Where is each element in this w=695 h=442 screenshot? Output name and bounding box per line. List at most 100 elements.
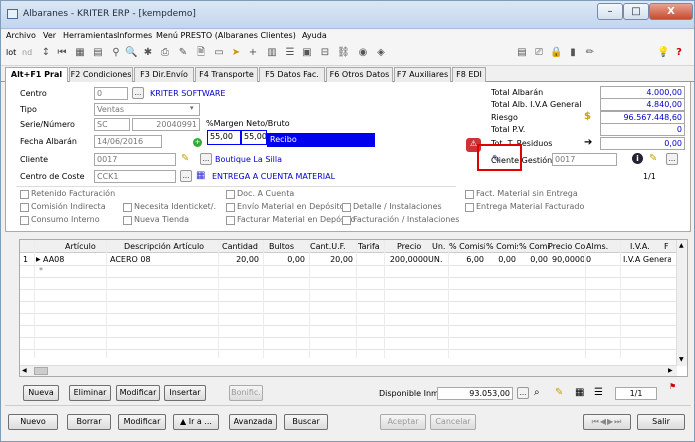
toolbar-lot[interactable]: lot — [6, 48, 16, 57]
centro-lookup-button[interactable]: ... — [132, 87, 144, 99]
header-precio[interactable]: Precio — [397, 240, 421, 253]
gestion-lookup-button[interactable]: ... — [666, 153, 678, 165]
cell-precio[interactable]: 200,0000 — [386, 254, 428, 265]
tag-icon[interactable]: ◈ — [375, 47, 387, 59]
scroll-thumb[interactable] — [34, 367, 48, 375]
aceptar-button[interactable]: Aceptar — [380, 414, 426, 430]
tab-auxiliares[interactable]: F7 Auxiliares — [394, 67, 451, 82]
cell-precio-coste[interactable]: 90,0000 — [552, 254, 584, 265]
light-icon[interactable]: 💡 — [657, 47, 669, 59]
tipo-select[interactable]: Ventas — [94, 103, 200, 116]
checkbox-nueva-tienda[interactable]: Nueva Tienda — [123, 215, 189, 225]
filter-icon[interactable]: ⚲ — [110, 47, 122, 59]
salir-button[interactable]: Salir — [637, 414, 685, 430]
calc-icon[interactable]: ▣ — [301, 47, 313, 59]
checkbox-fact-sin-entrega[interactable]: Fact. Material sin Entrega — [465, 189, 578, 199]
menu-ayuda[interactable]: Ayuda — [302, 31, 327, 40]
header-comision2[interactable]: % Comis. — [486, 240, 518, 253]
record-nav[interactable]: ⏮◀▶⏭ — [583, 414, 631, 430]
calculator-icon[interactable]: ▦ — [575, 387, 584, 399]
insertar-line-button[interactable]: Insertar — [164, 385, 206, 401]
buscar-button[interactable]: Buscar — [284, 414, 328, 430]
tab-condiciones[interactable]: F2 Condiciones — [69, 67, 133, 82]
vertical-scrollbar[interactable]: ▲ ▼ — [676, 240, 687, 366]
checkbox-identicket[interactable]: Necesita Identicket/. — [123, 202, 216, 212]
pencil-icon[interactable]: ✎ — [649, 153, 657, 165]
header-articulo[interactable]: Artículo — [65, 240, 96, 253]
help-icon[interactable]: ? — [673, 47, 685, 59]
add-date-icon[interactable]: + — [193, 138, 202, 147]
chevron-down-icon[interactable]: ▾ — [190, 104, 199, 115]
pen-icon[interactable]: ✎ — [177, 47, 189, 59]
pencil-icon[interactable]: ✎ — [181, 153, 189, 165]
dollar-icon[interactable]: $ — [584, 111, 591, 123]
star-icon[interactable]: ✱ — [142, 47, 154, 59]
add-icon[interactable]: + — [247, 47, 259, 59]
split-icon[interactable]: ⊟ — [319, 47, 331, 59]
lines-page-input[interactable]: 1/1 — [615, 387, 657, 400]
header-descripcion[interactable]: Descripción Artículo — [124, 240, 204, 253]
cell-bultos[interactable]: 0,00 — [277, 254, 305, 265]
paint-icon[interactable]: ▮ — [567, 47, 579, 59]
header-almacen[interactable]: Alms. — [586, 240, 608, 253]
checkbox-retenido[interactable]: Retenido Facturación — [20, 189, 115, 199]
preview-icon[interactable]: 🔍 — [125, 47, 137, 59]
margen-bruto-input[interactable]: 55,00 — [241, 130, 267, 145]
header-comision3[interactable]: % Comis. — [519, 240, 549, 253]
header-precio-coste[interactable]: Precio Cost — [548, 240, 586, 253]
nuevo-button[interactable]: Nuevo — [8, 414, 58, 430]
sort-icon[interactable]: ↕ — [40, 47, 52, 59]
pencil-icon[interactable]: ✎ — [555, 387, 563, 399]
modificar-line-button[interactable]: Modificar — [116, 385, 160, 401]
list-icon[interactable]: ☰ — [284, 47, 296, 59]
avanzada-button[interactable]: Avanzada — [229, 414, 277, 430]
toolbar-nd[interactable]: nd — [22, 48, 32, 57]
tab-principal[interactable]: Alt+F1 Pral — [5, 67, 68, 83]
cell-cantidad[interactable]: 20,00 — [231, 254, 259, 265]
bonific-button[interactable]: Bonific. — [229, 385, 263, 401]
menu-archivo[interactable]: Archivo — [6, 31, 36, 40]
numero-input[interactable]: 20040991 — [132, 118, 200, 131]
calendar-icon[interactable]: ▦ — [196, 170, 205, 182]
modificar-button[interactable]: Modificar — [118, 414, 166, 430]
minimize-button[interactable]: – — [597, 3, 623, 20]
scroll-down-icon[interactable]: ▼ — [679, 356, 684, 363]
tab-transporte[interactable]: F4 Transporte — [195, 67, 258, 82]
arrow-icon[interactable]: ➤ — [230, 47, 242, 59]
chart-icon[interactable]: ▥ — [266, 47, 278, 59]
first-record-icon[interactable]: ⏮ — [56, 47, 68, 59]
cell-almacen[interactable]: 0 — [586, 254, 591, 265]
cell-comision2[interactable]: 0,00 — [492, 254, 516, 265]
cliente-lookup-button[interactable]: ... — [200, 153, 212, 165]
binoculars-icon[interactable]: ⌕ — [534, 387, 540, 399]
lock-icon[interactable]: 🔒 — [550, 47, 562, 59]
coste-input[interactable]: CCK1 — [94, 170, 176, 183]
info-icon[interactable]: i — [632, 153, 643, 164]
header-cantuf[interactable]: Cant.U.F. — [310, 240, 346, 253]
table-icon[interactable]: ▤ — [92, 47, 104, 59]
ir-a-button[interactable]: ▲ Ir a ... — [173, 414, 219, 430]
nueva-line-button[interactable]: Nueva — [23, 385, 59, 401]
tab-otros-datos[interactable]: F6 Otros Datos — [326, 67, 393, 82]
checkbox-comision-indirecta[interactable]: Comisión Indirecta — [20, 202, 106, 212]
header-iva[interactable]: I.V.A. — [630, 240, 650, 253]
checkbox-facturar-deposito[interactable]: Facturar Material en Depósito — [226, 215, 355, 225]
cell-articulo[interactable]: AA08 — [43, 254, 64, 265]
cancelar-button[interactable]: Cancelar — [430, 414, 476, 430]
coste-lookup-button[interactable]: ... — [180, 170, 192, 182]
checkbox-doc-cuenta[interactable]: Doc. A Cuenta — [226, 189, 294, 199]
cliente-input[interactable]: 0017 — [94, 153, 176, 166]
print-icon[interactable]: ⎙ — [159, 47, 171, 59]
tab-dir-envio[interactable]: F3 Dir.Envío — [134, 67, 194, 82]
cell-iva[interactable]: I.V.A General — [623, 254, 671, 265]
serie-input[interactable]: SC — [94, 118, 130, 131]
edit-icon[interactable]: ✏ — [584, 47, 596, 59]
maximize-button[interactable]: □ — [623, 3, 649, 20]
checkbox-entrega-facturado[interactable]: Entrega Material Facturado — [465, 202, 584, 212]
grid-icon[interactable]: ▦ — [74, 47, 86, 59]
arrow-right-icon[interactable]: ➔ — [584, 137, 592, 149]
close-button[interactable]: X — [649, 3, 693, 20]
centro-input[interactable]: 0 — [94, 87, 128, 100]
horizontal-scrollbar[interactable]: ◀ ▶ — [20, 365, 677, 376]
borrar-button[interactable]: Borrar — [67, 414, 111, 430]
